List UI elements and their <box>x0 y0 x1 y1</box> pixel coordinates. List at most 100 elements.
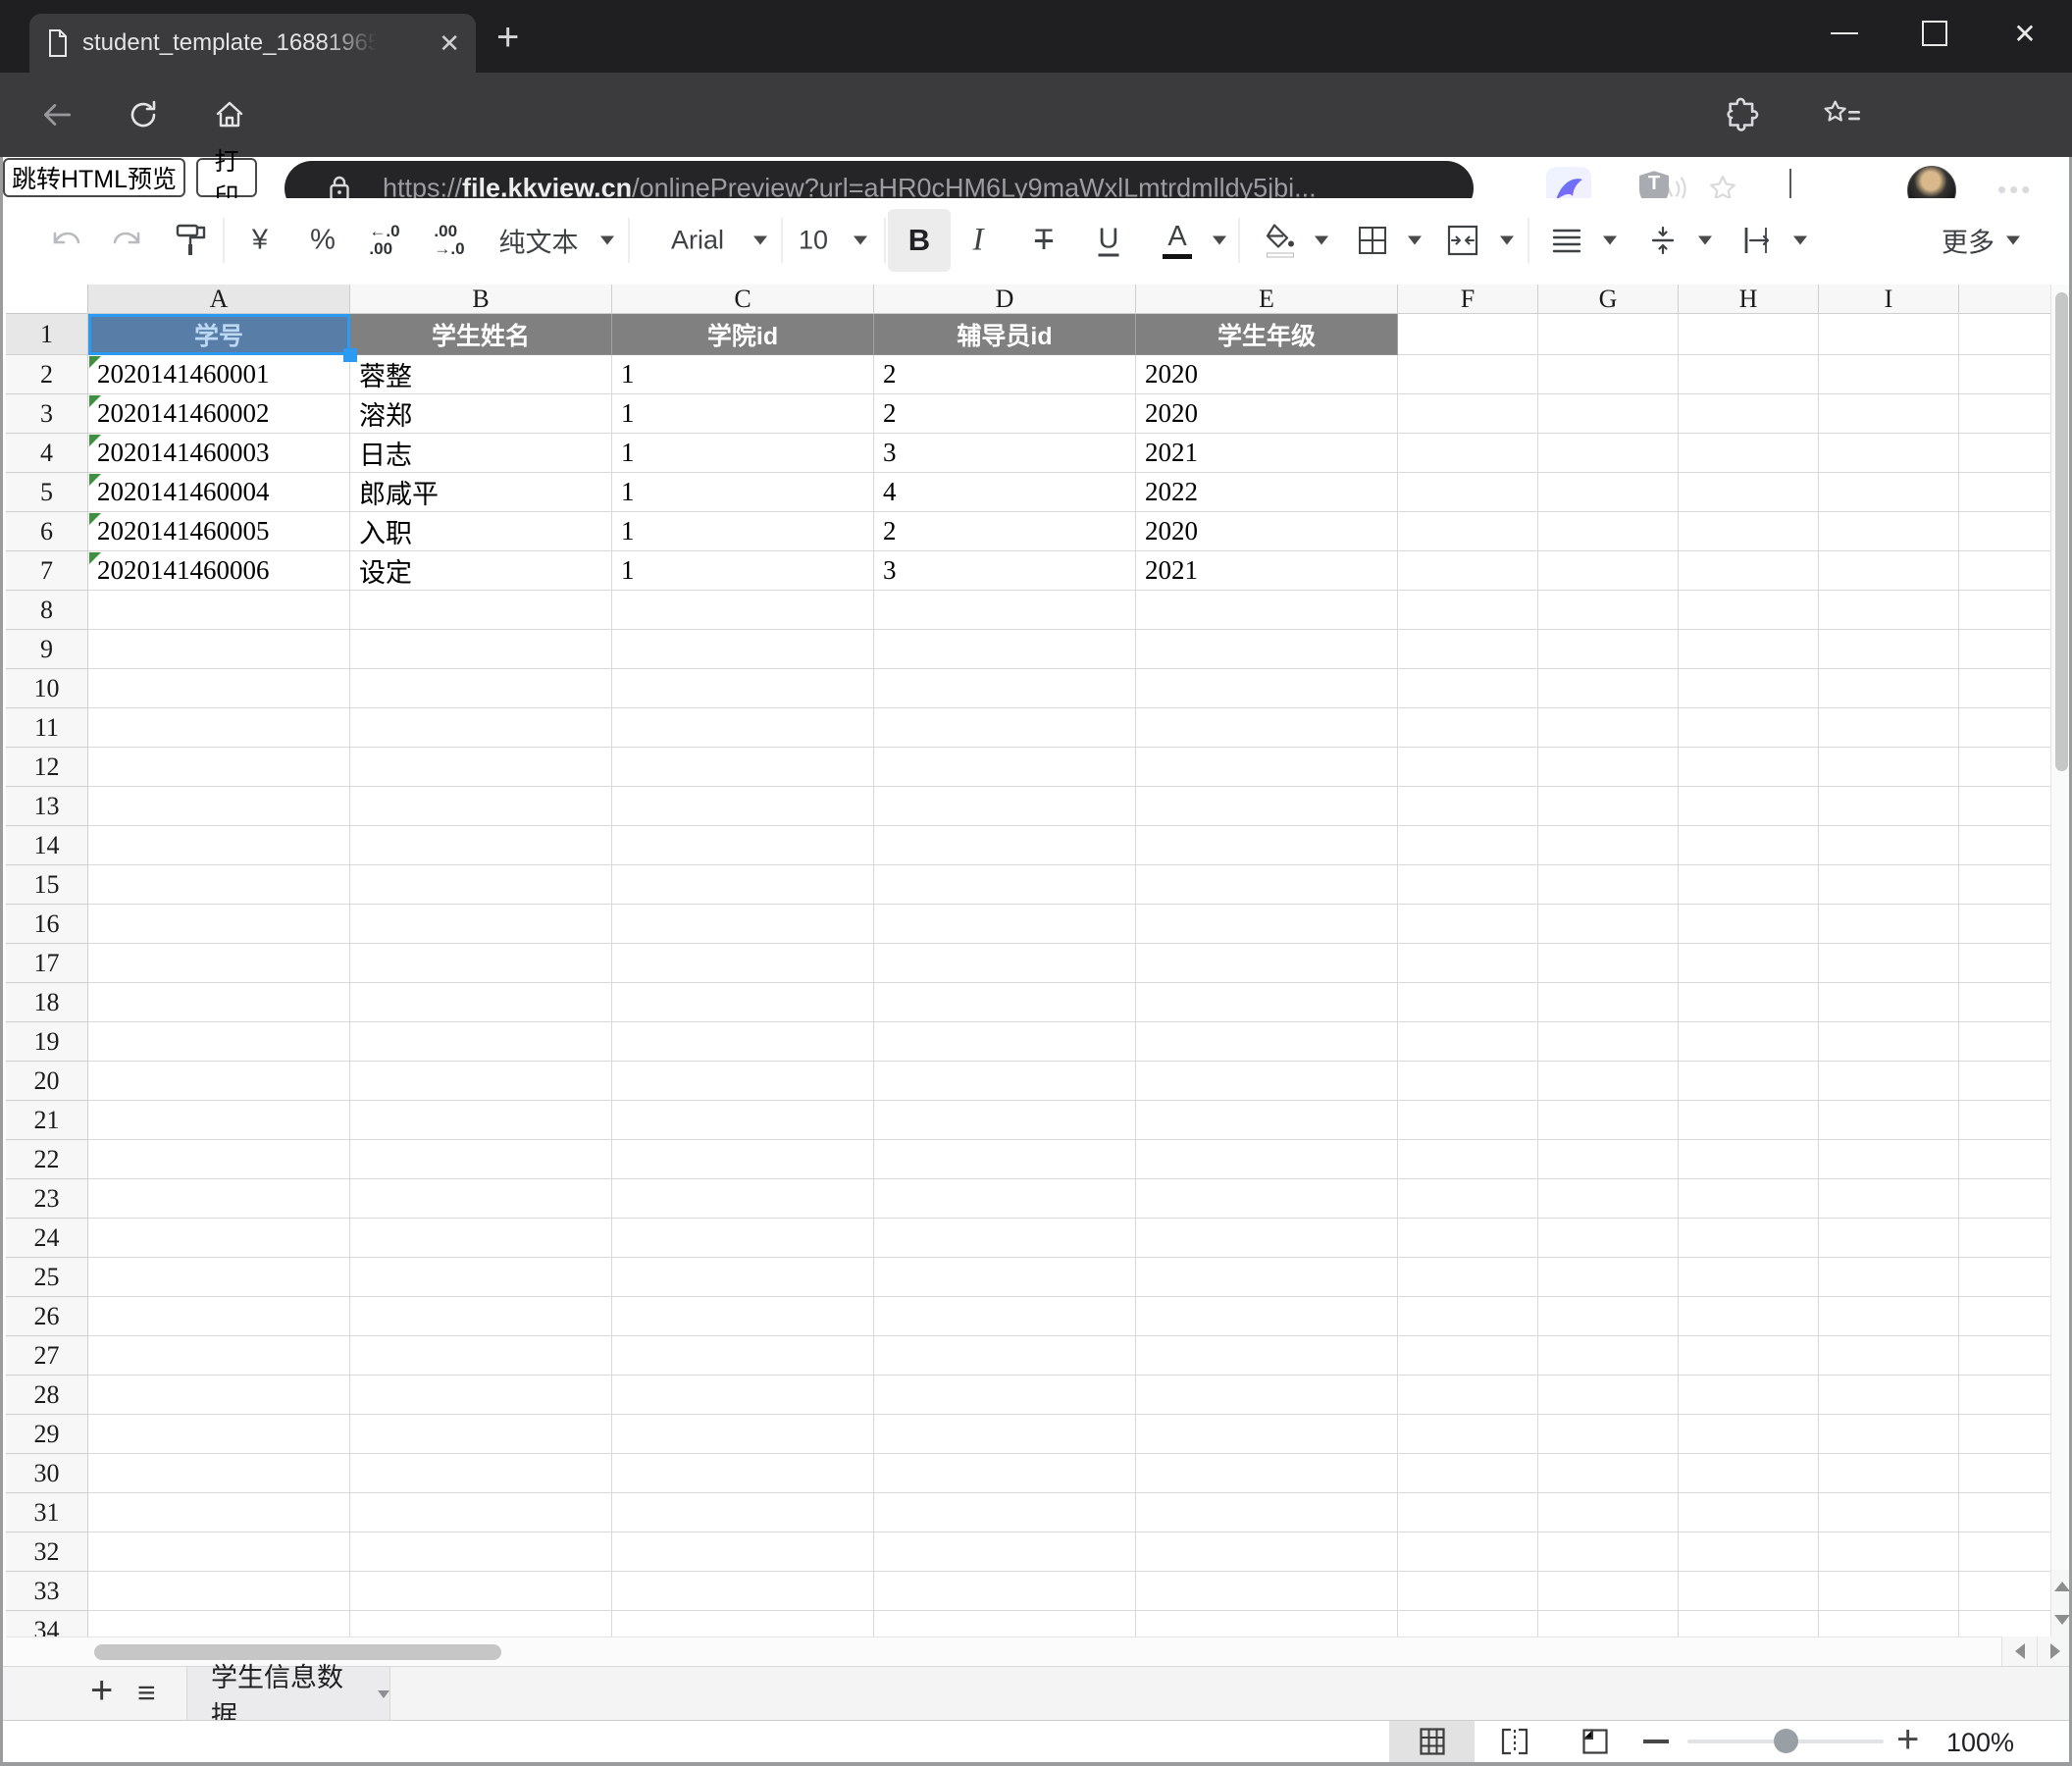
undo-icon[interactable] <box>50 226 83 255</box>
cell-E27[interactable] <box>1136 1336 1398 1376</box>
cell-A2[interactable]: 2020141460001 <box>88 355 350 394</box>
cell-H25[interactable] <box>1679 1258 1819 1297</box>
cell-I2[interactable] <box>1819 355 1959 394</box>
cell-G21[interactable] <box>1538 1101 1679 1140</box>
cell-J27[interactable] <box>1959 1336 2050 1376</box>
cell-F26[interactable] <box>1398 1297 1538 1336</box>
cell-H24[interactable] <box>1679 1219 1819 1258</box>
cell-A33[interactable] <box>88 1572 350 1611</box>
cell-B1[interactable]: 学生姓名 <box>350 314 612 355</box>
cell-B24[interactable] <box>350 1219 612 1258</box>
cell-A8[interactable] <box>88 591 350 630</box>
cell-F22[interactable] <box>1398 1140 1538 1179</box>
print-button[interactable]: 打印 <box>196 158 257 197</box>
cell-D23[interactable] <box>874 1179 1136 1219</box>
chevron-down-icon[interactable] <box>2006 236 2020 245</box>
row-header-30[interactable]: 30 <box>6 1454 88 1493</box>
cell-G29[interactable] <box>1538 1415 1679 1454</box>
cell-D18[interactable] <box>874 983 1136 1022</box>
cell-J14[interactable] <box>1959 826 2050 865</box>
cell-F2[interactable] <box>1398 355 1538 394</box>
cell-I4[interactable] <box>1819 434 1959 473</box>
row-header-29[interactable]: 29 <box>6 1415 88 1454</box>
row-header-22[interactable]: 22 <box>6 1140 88 1179</box>
cell-B26[interactable] <box>350 1297 612 1336</box>
chevron-down-icon[interactable] <box>753 236 767 245</box>
cell-B19[interactable] <box>350 1022 612 1062</box>
row-header-6[interactable]: 6 <box>6 512 88 551</box>
cell-G17[interactable] <box>1538 944 1679 983</box>
cell-C27[interactable] <box>612 1336 874 1376</box>
cell-I33[interactable] <box>1819 1572 1959 1611</box>
home-icon[interactable] <box>214 99 245 130</box>
row-header-15[interactable]: 15 <box>6 865 88 905</box>
cell-I31[interactable] <box>1819 1493 1959 1532</box>
cell-H23[interactable] <box>1679 1179 1819 1219</box>
row-header-20[interactable]: 20 <box>6 1062 88 1101</box>
cell-D17[interactable] <box>874 944 1136 983</box>
cell-I34[interactable] <box>1819 1611 1959 1636</box>
cell-B11[interactable] <box>350 708 612 748</box>
row-header-3[interactable]: 3 <box>6 394 88 434</box>
cell-B27[interactable] <box>350 1336 612 1376</box>
cell-F33[interactable] <box>1398 1572 1538 1611</box>
cell-I14[interactable] <box>1819 826 1959 865</box>
cell-F18[interactable] <box>1398 983 1538 1022</box>
chevron-down-icon[interactable] <box>1315 236 1328 245</box>
cell-J13[interactable] <box>1959 787 2050 826</box>
cell-G16[interactable] <box>1538 905 1679 944</box>
cell-E13[interactable] <box>1136 787 1398 826</box>
cell-E33[interactable] <box>1136 1572 1398 1611</box>
cell-C13[interactable] <box>612 787 874 826</box>
chevron-down-icon[interactable] <box>1500 236 1514 245</box>
select-all-corner[interactable] <box>6 285 88 314</box>
cell-B23[interactable] <box>350 1179 612 1219</box>
cell-H2[interactable] <box>1679 355 1819 394</box>
cell-I1[interactable] <box>1819 314 1959 355</box>
cell-F24[interactable] <box>1398 1219 1538 1258</box>
cell-I9[interactable] <box>1819 630 1959 669</box>
cell-F6[interactable] <box>1398 512 1538 551</box>
cell-H34[interactable] <box>1679 1611 1819 1636</box>
cell-I13[interactable] <box>1819 787 1959 826</box>
page-layout-view-button[interactable] <box>1568 1721 1623 1762</box>
cell-F14[interactable] <box>1398 826 1538 865</box>
cell-E25[interactable] <box>1136 1258 1398 1297</box>
cell-A28[interactable] <box>88 1376 350 1415</box>
cell-I24[interactable] <box>1819 1219 1959 1258</box>
cell-E32[interactable] <box>1136 1532 1398 1572</box>
cell-E19[interactable] <box>1136 1022 1398 1062</box>
row-header-34[interactable]: 34 <box>6 1611 88 1636</box>
fill-color-icon[interactable] <box>1266 224 1295 258</box>
cell-B4[interactable]: 日志 <box>350 434 612 473</box>
cell-J30[interactable] <box>1959 1454 2050 1493</box>
currency-format-icon[interactable]: ¥ <box>252 225 268 257</box>
cell-B9[interactable] <box>350 630 612 669</box>
extensions-puzzle-icon[interactable] <box>1724 97 1759 132</box>
cell-B2[interactable]: 蓉整 <box>350 355 612 394</box>
cell-F5[interactable] <box>1398 473 1538 512</box>
cell-A9[interactable] <box>88 630 350 669</box>
cell-G7[interactable] <box>1538 551 1679 591</box>
cell-D16[interactable] <box>874 905 1136 944</box>
text-wrap-icon[interactable] <box>1742 226 1774 255</box>
cell-G28[interactable] <box>1538 1376 1679 1415</box>
cell-I11[interactable] <box>1819 708 1959 748</box>
cell-F16[interactable] <box>1398 905 1538 944</box>
cell-H8[interactable] <box>1679 591 1819 630</box>
row-header-28[interactable]: 28 <box>6 1376 88 1415</box>
cell-A12[interactable] <box>88 748 350 787</box>
column-header-I[interactable]: I <box>1819 285 1959 314</box>
cell-B15[interactable] <box>350 865 612 905</box>
cell-A32[interactable] <box>88 1532 350 1572</box>
cell-I5[interactable] <box>1819 473 1959 512</box>
cell-G6[interactable] <box>1538 512 1679 551</box>
cell-H29[interactable] <box>1679 1415 1819 1454</box>
cell-E22[interactable] <box>1136 1140 1398 1179</box>
cell-H3[interactable] <box>1679 394 1819 434</box>
cell-G12[interactable] <box>1538 748 1679 787</box>
cell-D12[interactable] <box>874 748 1136 787</box>
cell-G5[interactable] <box>1538 473 1679 512</box>
cell-F17[interactable] <box>1398 944 1538 983</box>
cell-H5[interactable] <box>1679 473 1819 512</box>
